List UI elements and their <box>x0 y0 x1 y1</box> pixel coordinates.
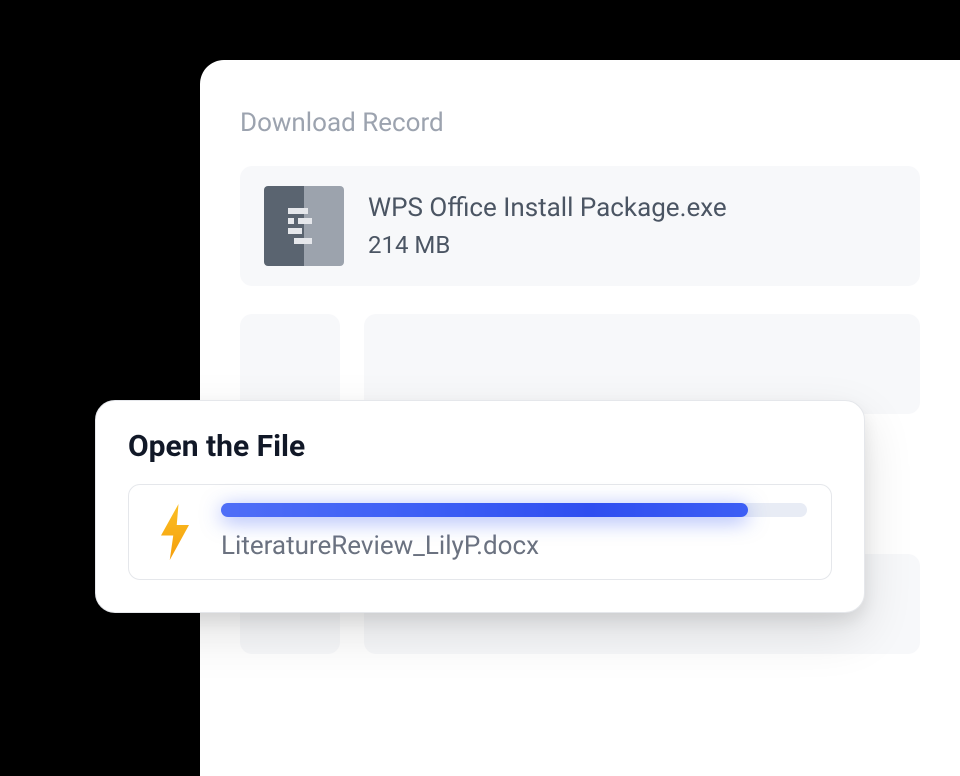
file-size: 214 MB <box>368 231 727 259</box>
placeholder-icon <box>240 314 340 414</box>
placeholder-content <box>364 314 920 414</box>
file-name: WPS Office Install Package.exe <box>368 193 727 223</box>
placeholder-row <box>240 314 920 414</box>
open-file-content: LiteratureReview_LilyP.docx <box>221 503 807 561</box>
progress-bar <box>221 503 807 517</box>
panel-title: Download Record <box>240 108 920 138</box>
exe-file-icon <box>264 186 344 266</box>
open-file-card: Open the File LiteratureReview_LilyP.doc… <box>95 400 865 613</box>
open-file-name: LiteratureReview_LilyP.docx <box>221 531 807 561</box>
open-file-item[interactable]: LiteratureReview_LilyP.docx <box>128 484 832 580</box>
lightning-bolt-icon <box>153 504 197 560</box>
file-info: WPS Office Install Package.exe 214 MB <box>368 193 727 259</box>
download-item[interactable]: WPS Office Install Package.exe 214 MB <box>240 166 920 286</box>
progress-fill <box>221 503 748 517</box>
open-file-title: Open the File <box>128 429 832 464</box>
